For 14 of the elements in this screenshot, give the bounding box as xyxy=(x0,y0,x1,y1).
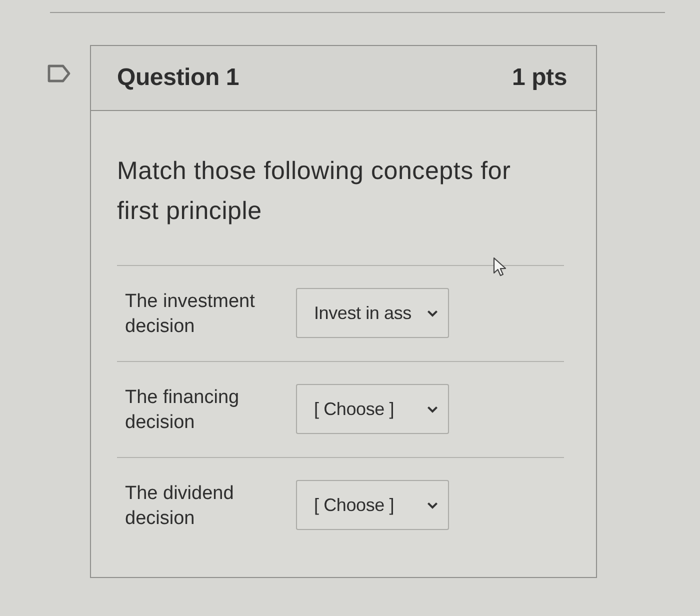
question-text: Match those following concepts for first principle xyxy=(117,156,512,227)
answer-dropdown[interactable]: [ Choose ] xyxy=(296,384,449,434)
question-title: Question 1 xyxy=(117,64,240,92)
match-prompt: The dividend decision xyxy=(125,482,235,531)
chevron-down-icon xyxy=(427,406,438,412)
flag-icon[interactable] xyxy=(47,64,71,83)
mouse-cursor-icon xyxy=(493,257,508,277)
question-points: 1 pts xyxy=(512,64,567,92)
match-prompt: The investment decision xyxy=(125,290,256,339)
chevron-down-icon xyxy=(427,502,438,508)
answer-dropdown[interactable]: Invest in ass xyxy=(296,288,449,338)
chevron-down-icon xyxy=(427,310,438,316)
match-prompt: The financing decision xyxy=(125,386,240,435)
answer-dropdown[interactable]: [ Choose ] xyxy=(296,480,449,530)
